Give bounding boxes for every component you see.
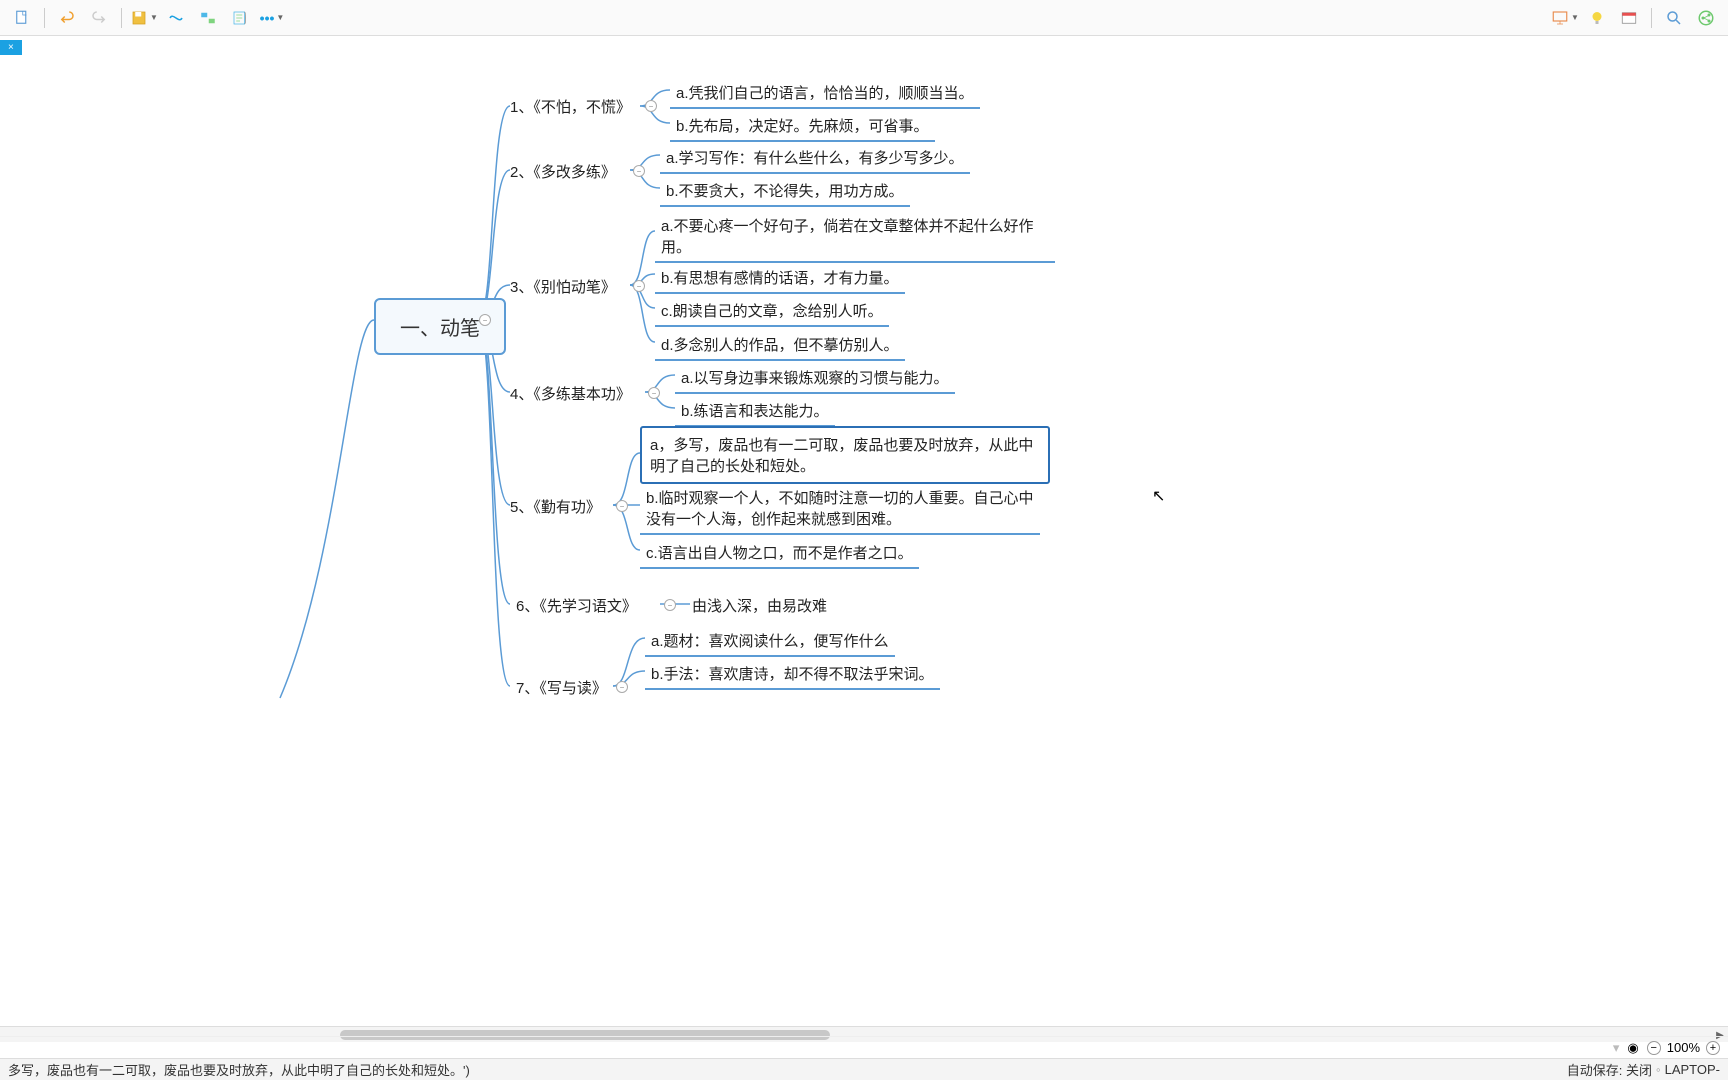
chevron-down-icon[interactable]: ▼ [150, 13, 158, 22]
chevron-down-icon[interactable]: ▼ [276, 13, 284, 22]
leaf-node-selected[interactable]: a，多写，废品也有一二可取，废品也要及时放弃，从此中明了自己的长处和短处。 [640, 426, 1050, 484]
separator [44, 8, 45, 28]
zoom-level[interactable]: 100% [1667, 1040, 1700, 1055]
leaf-node[interactable]: b.先布局，决定好。先麻烦，可省事。 [670, 111, 935, 142]
leaf-node[interactable]: 由浅入深，由易改难 [692, 595, 827, 616]
expand-toggle[interactable]: − [633, 280, 645, 292]
new-file-icon[interactable] [8, 4, 36, 32]
zoom-out-icon[interactable]: − [1647, 1041, 1661, 1055]
leaf-node[interactable]: d.多念别人的作品，但不摹仿别人。 [655, 330, 905, 361]
search-icon[interactable] [1660, 4, 1688, 32]
summary-icon[interactable] [226, 4, 254, 32]
leaf-node[interactable]: a.以写身边事来锻炼观察的习惯与能力。 [675, 363, 955, 394]
leaf-node[interactable]: b.临时观察一个人，不如随时注意一切的人重要。自己心中没有一个人海，创作起来就感… [640, 483, 1040, 535]
leaf-node[interactable]: a.题材：喜欢阅读什么，便写作什么 [645, 626, 895, 657]
leaf-node[interactable]: b.不要贪大，不论得失，用功方成。 [660, 176, 910, 207]
theme-icon[interactable] [1615, 4, 1643, 32]
leaf-node[interactable]: c.语言出自人物之口，而不是作者之口。 [640, 538, 919, 569]
status-bar: 多写，废品也有一二可取，废品也要及时放弃，从此中明了自己的长处和短处。') 自动… [0, 1058, 1728, 1080]
branch-node[interactable]: 5、《勤有功》 [510, 496, 601, 517]
status-dot: ◦ [1656, 1062, 1661, 1077]
branch-node[interactable]: 3、《别怕动笔》 [510, 276, 616, 297]
branch-node[interactable]: 4、《多练基本功》 [510, 383, 631, 404]
mindmap-canvas[interactable]: 一、动笔 − 1、《不怕，不慌》 − a.凭我们自己的语言，恰恰当的，顺顺当当。… [0, 58, 1728, 1026]
idea-icon[interactable] [1583, 4, 1611, 32]
leaf-node[interactable]: b.手法：喜欢唐诗，却不得不取法乎宋词。 [645, 659, 940, 690]
branch-node[interactable]: 1、《不怕，不慌》 [510, 96, 631, 117]
branch-node[interactable]: 6、《先学习语文》 [516, 595, 637, 616]
undo-icon[interactable] [53, 4, 81, 32]
expand-toggle[interactable]: − [664, 599, 676, 611]
present-icon[interactable]: ▼ [1551, 4, 1579, 32]
toolbar: ▼ •••▼ ▼ [0, 0, 1728, 36]
autosave-status: 自动保存: 关闭 [1567, 1060, 1652, 1079]
tab-bar: × [0, 36, 1728, 58]
leaf-node[interactable]: a.凭我们自己的语言，恰恰当的，顺顺当当。 [670, 78, 980, 109]
boundary-icon[interactable] [194, 4, 222, 32]
separator [1651, 8, 1652, 28]
expand-toggle[interactable]: − [648, 387, 660, 399]
leaf-node[interactable]: b.练语言和表达能力。 [675, 396, 835, 427]
more-icon[interactable]: •••▼ [258, 4, 286, 32]
mouse-cursor: ↖ [1152, 486, 1165, 506]
zoom-in-icon[interactable]: + [1706, 1041, 1720, 1055]
expand-toggle[interactable]: − [616, 681, 628, 693]
leaf-node[interactable]: b.有思想有感情的话语，才有力量。 [655, 263, 905, 294]
redo-icon[interactable] [85, 4, 113, 32]
separator [121, 8, 122, 28]
info-bar: ▾ ◉ − 100% + [0, 1036, 1728, 1058]
close-tab-icon[interactable]: × [8, 42, 14, 53]
chevron-down-icon[interactable]: ▼ [1571, 13, 1579, 22]
leaf-node[interactable]: a.不要心疼一个好句子，倘若在文章整体并不起什么好作用。 [655, 211, 1055, 263]
document-tab[interactable]: × [0, 40, 22, 55]
host-name: LAPTOP- [1665, 1062, 1720, 1077]
expand-toggle[interactable]: − [633, 165, 645, 177]
branch-node[interactable]: 7、《写与读》 [516, 677, 607, 698]
leaf-node[interactable]: c.朗读自己的文章，念给别人听。 [655, 296, 889, 327]
filter-icon[interactable]: ▾ [1613, 1040, 1620, 1056]
save-icon[interactable]: ▼ [130, 4, 158, 32]
expand-toggle[interactable]: − [645, 100, 657, 112]
branch-node[interactable]: 2、《多改多练》 [510, 161, 616, 182]
status-text: 多写，废品也有一二可取，废品也要及时放弃，从此中明了自己的长处和短处。') [8, 1060, 470, 1079]
expand-toggle[interactable]: − [616, 500, 628, 512]
root-node[interactable]: 一、动笔 [374, 298, 506, 355]
share-icon[interactable] [1692, 4, 1720, 32]
relationship-icon[interactable] [162, 4, 190, 32]
leaf-node[interactable]: a.学习写作：有什么些什么，有多少写多少。 [660, 143, 970, 174]
expand-toggle[interactable]: − [479, 314, 491, 326]
visibility-icon[interactable]: ◉ [1627, 1040, 1638, 1056]
